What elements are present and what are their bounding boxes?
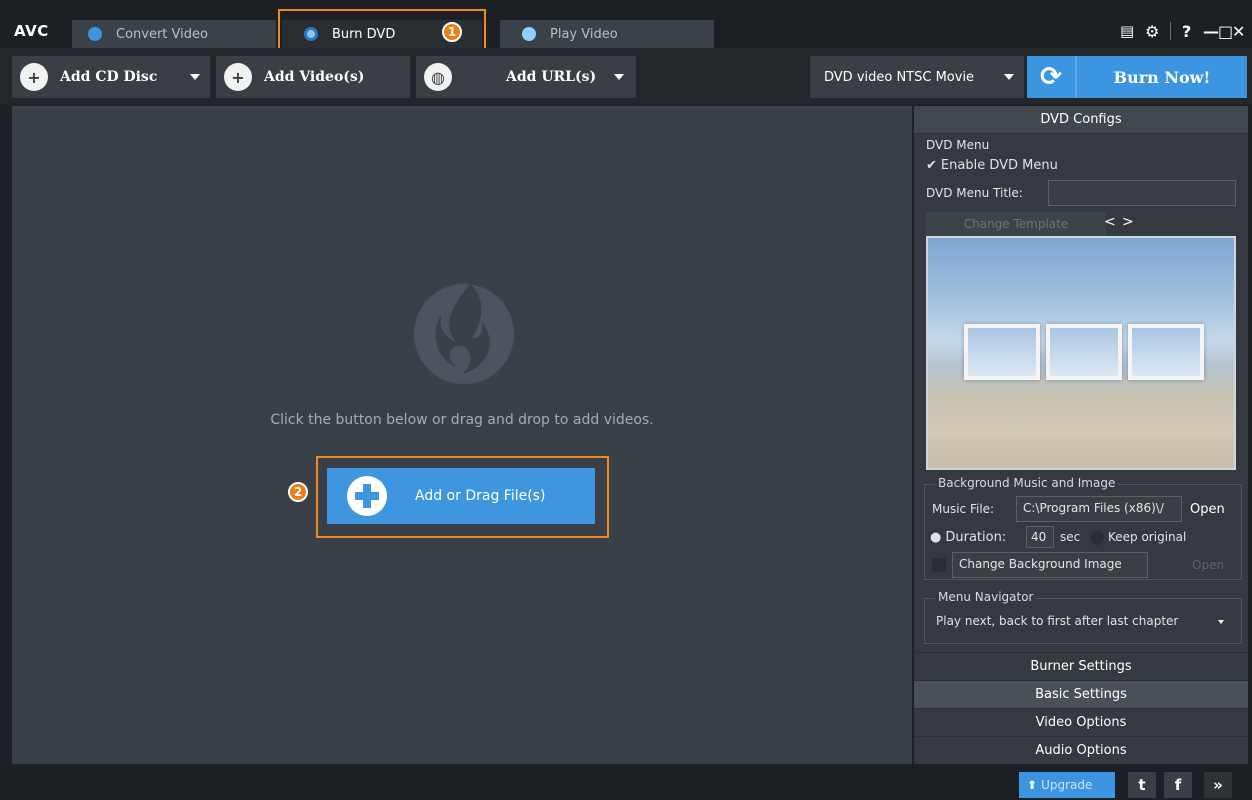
- expand-icon[interactable]: »: [1204, 772, 1232, 798]
- radio-selected-icon: ●: [930, 530, 942, 545]
- dvd-menu-title-label: DVD Menu Title:: [926, 186, 1023, 200]
- keep-original-radio[interactable]: Keep original: [1090, 530, 1186, 545]
- twitter-icon[interactable]: t: [1128, 772, 1156, 798]
- template-frame: [964, 324, 1040, 380]
- profile-select[interactable]: DVD video NTSC Movie: [810, 56, 1024, 98]
- section-burner-settings[interactable]: Burner Settings: [914, 652, 1248, 680]
- refresh-icon: ⟳: [1027, 56, 1077, 98]
- tab-play-video[interactable]: Play Video: [500, 20, 714, 48]
- change-template-button[interactable]: Change Template: [926, 212, 1106, 236]
- add-file-label: Add or Drag File(s): [415, 488, 546, 504]
- background-music-legend: Background Music and Image: [935, 476, 1119, 490]
- film-add-icon: +: [224, 63, 252, 91]
- tab-label: Convert Video: [116, 26, 208, 42]
- drop-area[interactable]: Click the button below or drag and drop …: [12, 106, 912, 764]
- template-frame: [1046, 324, 1122, 380]
- dvd-configs-panel: DVD Configs DVD Menu ✔ Enable DVD Menu DV…: [914, 106, 1248, 764]
- duration-label: Duration:: [945, 530, 1007, 545]
- music-file-label: Music File:: [932, 502, 995, 516]
- template-frame: [1128, 324, 1204, 380]
- divider: [1170, 22, 1171, 40]
- panel-title: DVD Configs: [914, 106, 1248, 134]
- play-icon: [522, 27, 536, 41]
- music-open-button[interactable]: Open: [1190, 502, 1225, 517]
- add-videos-button[interactable]: + Add Video(s): [216, 56, 410, 98]
- next-template-button[interactable]: >: [1122, 214, 1134, 230]
- add-url-label: Add URL(s): [506, 69, 597, 85]
- burn-now-button[interactable]: ⟳ Burn Now!: [1027, 56, 1247, 98]
- add-cd-disc-label: Add CD Disc: [60, 69, 158, 85]
- tab-convert-video[interactable]: Convert Video: [72, 20, 276, 48]
- chevron-down-icon[interactable]: [190, 74, 200, 80]
- menu-navigator-select[interactable]: Play next, back to first after last chap…: [936, 614, 1178, 628]
- section-audio-options[interactable]: Audio Options: [914, 736, 1248, 764]
- prev-template-button[interactable]: <: [1104, 214, 1116, 230]
- tab-label: Play Video: [550, 26, 618, 42]
- feedback-icon[interactable]: ▤: [1120, 22, 1134, 40]
- chevron-down-icon[interactable]: [1218, 620, 1224, 624]
- add-url-button[interactable]: ◍ Add URL(s): [416, 56, 636, 98]
- dvd-menu-legend: DVD Menu: [926, 138, 990, 152]
- maximize-button[interactable]: □: [1218, 22, 1233, 41]
- chevron-down-icon[interactable]: [614, 74, 624, 80]
- burn-now-label: Burn Now!: [1113, 67, 1211, 87]
- sec-label: sec: [1060, 530, 1081, 544]
- toolbar: + Add CD Disc + Add Video(s) ◍ Add URL(s…: [0, 48, 1252, 104]
- section-basic-settings[interactable]: Basic Settings: [914, 680, 1248, 708]
- help-button[interactable]: ?: [1182, 22, 1191, 41]
- music-file-input[interactable]: C:\Program Files (x86)\/: [1016, 496, 1182, 522]
- plus-icon: [347, 476, 387, 516]
- step-badge-2: 2: [288, 482, 308, 502]
- minimize-button[interactable]: —: [1203, 22, 1219, 41]
- gear-icon[interactable]: ⚙: [1145, 22, 1159, 41]
- change-bg-checkbox[interactable]: [932, 558, 946, 572]
- drop-hint: Click the button below or drag and drop …: [270, 412, 654, 428]
- bg-open-button[interactable]: Open: [1192, 558, 1224, 572]
- enable-dvd-menu-checkbox[interactable]: ✔ Enable DVD Menu: [926, 158, 1058, 173]
- add-or-drag-files-button[interactable]: Add or Drag File(s): [327, 468, 595, 524]
- change-bg-label: Change Background Image: [952, 552, 1148, 578]
- convert-icon: [88, 27, 102, 41]
- section-video-options[interactable]: Video Options: [914, 708, 1248, 736]
- template-preview: [926, 236, 1236, 470]
- duration-radio[interactable]: ● Duration:: [930, 530, 1006, 545]
- dvd-menu-title-input[interactable]: [1048, 180, 1236, 206]
- disc-add-icon: +: [20, 63, 48, 91]
- facebook-icon[interactable]: f: [1164, 772, 1192, 798]
- globe-add-icon: ◍: [424, 63, 452, 91]
- upgrade-button[interactable]: ⬆ Upgrade: [1019, 772, 1115, 798]
- step-badge-1: 1: [442, 22, 462, 42]
- upgrade-label: Upgrade: [1041, 778, 1093, 792]
- status-bar: ⬆ Upgrade t f »: [0, 766, 1252, 800]
- menu-navigator-legend: Menu Navigator: [935, 590, 1037, 604]
- close-button[interactable]: ✕: [1232, 22, 1245, 41]
- title-bar: AVC Convert Video Burn DVD Play Video 1 …: [0, 0, 1252, 53]
- arrow-up-icon: ⬆: [1027, 778, 1038, 792]
- enable-dvd-menu-label: Enable DVD Menu: [940, 158, 1058, 173]
- keep-original-label: Keep original: [1108, 530, 1187, 544]
- add-videos-label: Add Video(s): [264, 69, 365, 85]
- flame-logo-icon: [414, 284, 514, 384]
- duration-input[interactable]: 40: [1026, 526, 1054, 548]
- app-logo: AVC: [14, 22, 49, 40]
- checkmark-icon: ✔: [926, 158, 937, 173]
- radio-empty-icon: [1090, 530, 1104, 545]
- profile-value: DVD video NTSC Movie: [824, 69, 975, 85]
- add-cd-disc-button[interactable]: + Add CD Disc: [12, 56, 210, 98]
- chevron-down-icon: [1004, 74, 1014, 80]
